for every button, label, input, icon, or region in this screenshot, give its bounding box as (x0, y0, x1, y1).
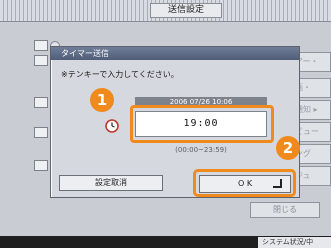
window-title: 送信設定 (150, 3, 222, 18)
time-range-hint: (00:00~23:59) (175, 146, 227, 154)
list-checkbox (34, 127, 48, 138)
clock-icon (105, 119, 119, 133)
step-1-badge: 1 (90, 88, 114, 112)
list-checkbox (34, 40, 48, 51)
window-titlebar: 送信設定 (0, 0, 331, 22)
list-checkbox (34, 160, 48, 171)
ok-button-highlight (193, 169, 296, 197)
list-checkbox (34, 55, 48, 66)
close-button: 閉じる (250, 202, 320, 218)
dialog-title: タイマー送信 (51, 47, 299, 60)
input-instruction: ※テンキーで入力してください。 (61, 70, 179, 79)
cancel-setting-button[interactable]: 設定取消 (59, 175, 163, 191)
step-2-badge: 2 (276, 136, 300, 160)
time-input-highlight (130, 105, 274, 143)
list-checkbox (34, 97, 48, 108)
system-status-button[interactable]: システム状況/中 (258, 237, 331, 248)
